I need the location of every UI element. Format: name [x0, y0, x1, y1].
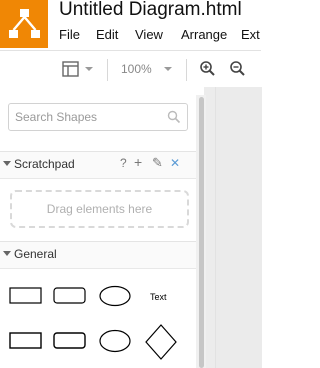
rounded-square-shape[interactable]: [52, 331, 88, 351]
toolbar-separator: [186, 59, 187, 81]
scratchpad-tools: ? + ✎ ✕: [120, 154, 190, 172]
page-view-icon: [62, 61, 93, 77]
text-shape[interactable]: Text: [150, 292, 167, 302]
general-header[interactable]: General: [0, 241, 196, 269]
menu-arrange[interactable]: Arrange: [181, 27, 227, 42]
zoom-in-button[interactable]: [198, 57, 218, 81]
toolbar-separator: [107, 59, 108, 81]
sidebar-scrollbar-thumb[interactable]: [199, 97, 204, 368]
menu-extras[interactable]: Ext: [241, 27, 260, 42]
menu-edit[interactable]: Edit: [96, 27, 118, 42]
search-box[interactable]: [8, 103, 188, 131]
document-title[interactable]: Untitled Diagram.html: [59, 0, 242, 21]
zoom-dropdown[interactable]: 100%: [115, 57, 177, 81]
menu-view[interactable]: View: [135, 27, 163, 42]
toolbar: 100%: [0, 50, 261, 88]
zoom-in-icon: [200, 61, 215, 76]
zoom-out-button[interactable]: [228, 57, 248, 81]
page-view-button[interactable]: [58, 57, 98, 81]
zoom-level: 100%: [121, 62, 152, 76]
drawio-logo-icon[interactable]: [0, 0, 48, 48]
square-shape[interactable]: [8, 331, 44, 351]
collapse-arrow-icon: [3, 251, 11, 256]
title-bar: Untitled Diagram.html File Edit View Arr…: [0, 0, 261, 48]
canvas-background: [215, 87, 262, 368]
menu-file[interactable]: File: [59, 27, 80, 42]
help-icon[interactable]: ?: [120, 156, 127, 170]
circle-shape[interactable]: [97, 328, 133, 354]
scratchpad-header[interactable]: Scratchpad ? + ✎ ✕: [0, 151, 196, 179]
diagram-canvas[interactable]: [204, 87, 262, 368]
edit-icon[interactable]: ✎: [152, 155, 163, 171]
rounded-rectangle-shape[interactable]: [52, 286, 88, 306]
add-icon[interactable]: +: [134, 154, 142, 170]
diamond-shape[interactable]: [143, 322, 179, 362]
chevron-down-icon: [164, 67, 172, 71]
ellipse-shape[interactable]: [97, 284, 133, 308]
search-icon[interactable]: [167, 110, 181, 124]
collapse-arrow-icon: [3, 161, 11, 166]
search-input[interactable]: [15, 108, 155, 126]
rectangle-shape[interactable]: [8, 286, 44, 306]
general-shapes-palette: Text: [0, 272, 196, 368]
zoom-out-icon: [230, 61, 245, 76]
general-title: General: [14, 247, 57, 261]
drop-hint: Drag elements here: [46, 202, 153, 216]
scratchpad-title: Scratchpad: [14, 157, 75, 171]
close-icon[interactable]: ✕: [170, 156, 180, 170]
scratchpad-drop-zone[interactable]: Drag elements here: [10, 190, 189, 228]
